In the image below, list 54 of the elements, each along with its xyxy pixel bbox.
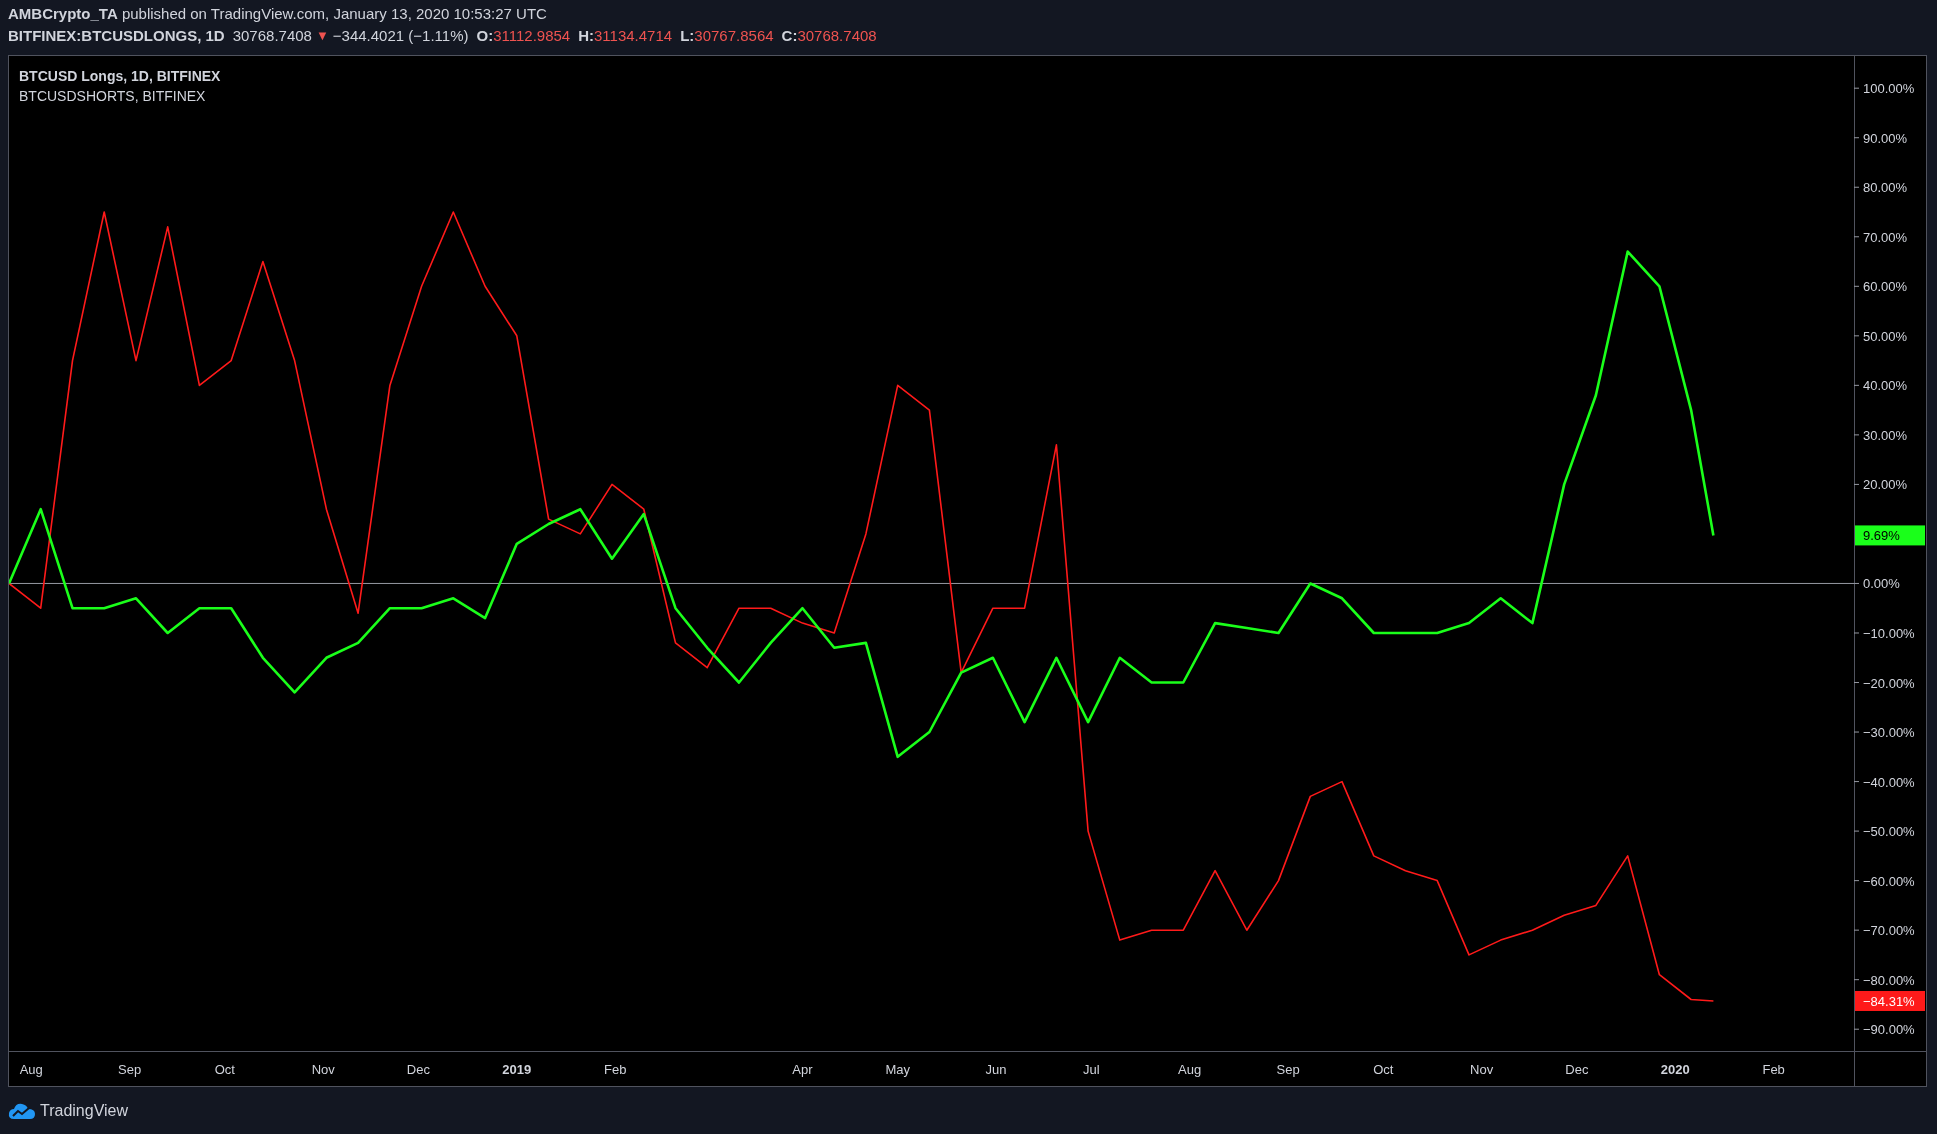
axis-label: 20.00% [1863,477,1908,493]
ohlc-value: C:30768.7408 [781,26,877,46]
axis-label: May [885,1062,910,1077]
axis-label: Nov [311,1062,335,1077]
down-triangle-icon: ▼ [315,25,329,47]
legend-label: BTCUSDSHORTS, BITFINEX [19,87,207,106]
axis-label: 70.00% [1863,229,1908,245]
axis-label: 40.00% [1863,378,1908,394]
symbol-title: BITFINEX:BTCUSDLONGS, 1D [8,26,225,46]
axis-label: Feb [1762,1062,1785,1077]
axis-label: Oct [1373,1062,1394,1077]
axis-label: Apr [792,1062,813,1077]
axis-label: −30.00% [1863,725,1915,741]
axis-label: −70.00% [1863,923,1915,939]
axis-label: Jul [1082,1062,1100,1077]
axis-label: 2020 [1660,1062,1690,1077]
axis-label: Aug [19,1062,43,1077]
axis-label: −10.00% [1863,626,1915,641]
axis-label: 100.00% [1863,81,1915,97]
axis-label: Nov [1470,1062,1494,1077]
axis-label: −40.00% [1863,774,1915,790]
last-price: 30768.7408 [232,26,312,46]
axis-label: Sep [118,1062,142,1077]
ohlc-value: H:31134.4714 [578,26,673,46]
axis-label: 80.00% [1863,180,1908,196]
value-badge: −84.31% [1855,991,1925,1011]
axis-label: Dec [1565,1062,1589,1077]
axis-label: −50.00% [1863,824,1915,840]
axis-label: 0.00% [1863,576,1900,592]
legend-label: BTCUSD Longs, 1D, BITFINEX [19,67,221,86]
publish-info: AMBCrypto_TA published on TradingView.com, January 13, 2020 10:53:27 UTC [8,4,548,24]
value-badge: 9.69% [1855,525,1925,546]
axis-label: Feb [604,1062,627,1077]
axis-label: 60.00% [1863,279,1908,295]
axis-label: −20.00% [1863,675,1915,691]
axis-label: −60.00% [1863,873,1915,889]
axis-label: 2019 [502,1062,532,1077]
price-change: −344.4021 (−1.11%) [332,26,469,46]
axis-label: Dec [406,1062,430,1077]
axis-label: Jun [985,1062,1007,1077]
axis-label: Oct [214,1062,235,1077]
brand-name: TradingView [40,1100,129,1121]
axis-label: 30.00% [1863,427,1908,443]
axis-label: −80.00% [1863,972,1915,988]
axis-label: 90.00% [1863,130,1908,146]
cloud-icon [8,1101,36,1120]
ohlc-value: L:30767.8564 [680,26,774,46]
axis-label: Sep [1276,1062,1300,1077]
axis-label: −90.00% [1863,1022,1915,1038]
annotation: −84.31% [1863,993,1916,1009]
axis-label: Aug [1178,1062,1202,1077]
annotation: 9.69% [1863,528,1901,544]
axis-label: 50.00% [1863,328,1908,344]
ohlc-value: O:31112.9854 [476,26,571,46]
